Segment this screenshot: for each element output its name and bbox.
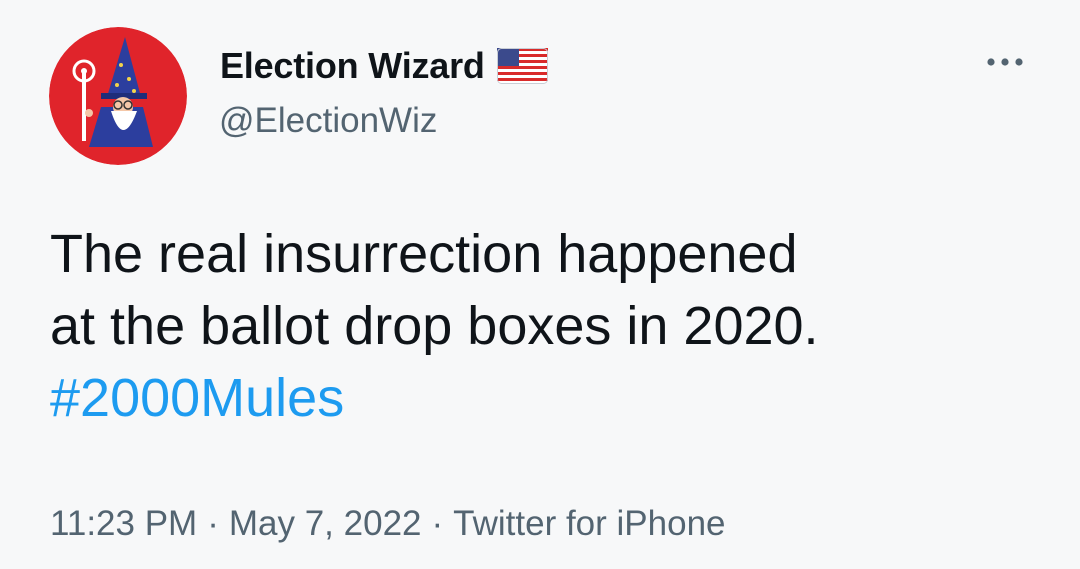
tweet-time[interactable]: 11:23 PM: [50, 504, 197, 543]
us-flag-icon: [496, 48, 548, 84]
author-display-name[interactable]: Election Wizard: [220, 45, 485, 87]
meta-separator: ·: [431, 504, 444, 543]
more-options-button[interactable]: [982, 50, 1028, 76]
tweet-text-line-2: at the ballot drop boxes in 2020.: [50, 296, 819, 356]
hashtag-link[interactable]: #2000Mules: [50, 368, 344, 428]
tweet-metadata: 11:23 PM · May 7, 2022 · Twitter for iPhone: [50, 504, 726, 544]
author-handle[interactable]: @ElectionWiz: [219, 101, 437, 141]
wizard-avatar-icon[interactable]: [49, 27, 187, 165]
tweet-source[interactable]: Twitter for iPhone: [453, 504, 725, 543]
author-name-row: Election Wizard: [220, 44, 548, 88]
tweet-date[interactable]: May 7, 2022: [229, 504, 422, 543]
tweet-card: Election Wizard @ElectionWiz The real in…: [0, 0, 1080, 569]
more-horizontal-icon: [985, 54, 1025, 72]
tweet-text-line-1: The real insurrection happened: [50, 224, 798, 284]
meta-separator: ·: [207, 504, 219, 543]
tweet-text: The real insurrection happened at the ba…: [50, 218, 1040, 434]
